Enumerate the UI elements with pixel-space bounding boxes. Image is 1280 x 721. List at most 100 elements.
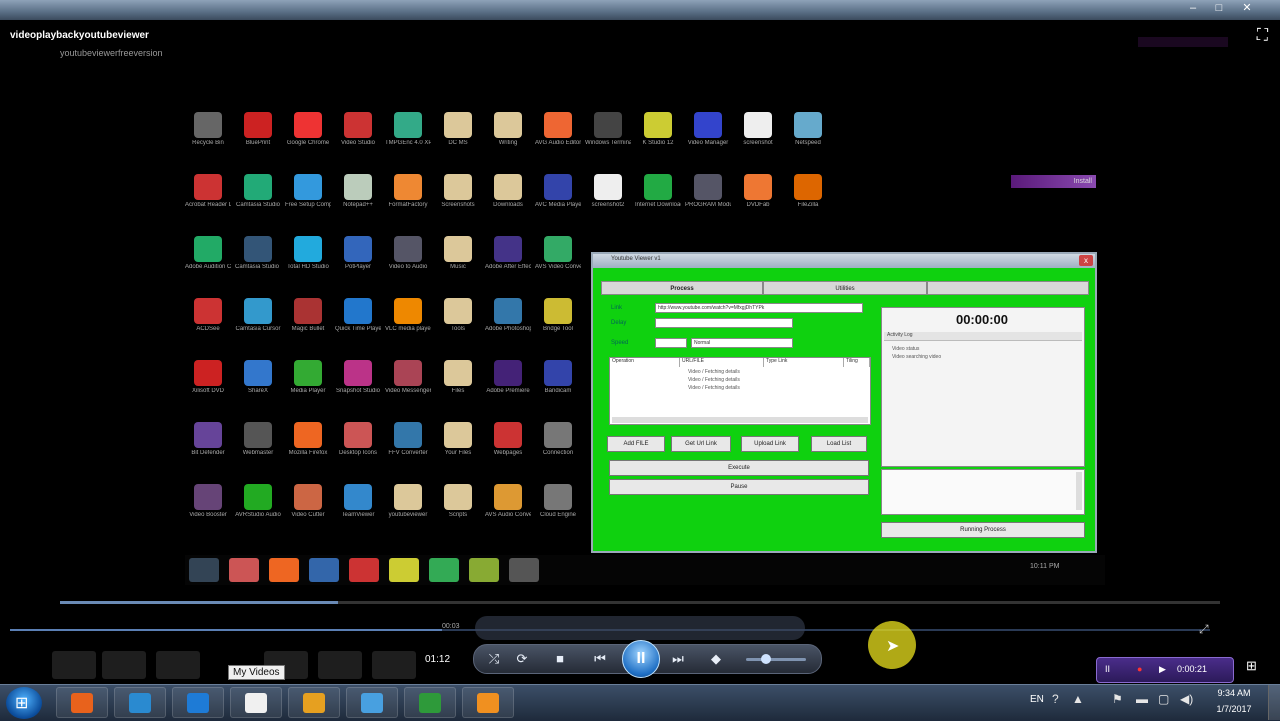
flag-icon[interactable]: ⚑ bbox=[1112, 692, 1123, 706]
desktop-icon[interactable]: Internet Download bbox=[635, 174, 681, 226]
play-pause-button[interactable]: II bbox=[622, 640, 660, 678]
desktop-icon[interactable]: Mozilla Firefox bbox=[285, 422, 331, 474]
desktop-icon[interactable]: youtubeviewer bbox=[385, 484, 431, 536]
inner-taskbar-icon[interactable] bbox=[509, 558, 539, 582]
inner-taskbar-icon[interactable] bbox=[469, 558, 499, 582]
inner-taskbar-icon[interactable] bbox=[269, 558, 299, 582]
desktop-icon[interactable]: screenshot2 bbox=[585, 174, 631, 226]
desktop-icon[interactable]: Video Cutter bbox=[285, 484, 331, 536]
desktop-icon[interactable]: Video to Audio bbox=[385, 236, 431, 288]
list-item[interactable]: Video / Fetching details bbox=[688, 377, 740, 383]
desktop-icon[interactable]: ACDSee bbox=[185, 298, 231, 350]
list-scrollbar[interactable] bbox=[612, 417, 868, 423]
network-icon[interactable]: ▢ bbox=[1158, 692, 1169, 706]
taskbar-network-button[interactable] bbox=[346, 687, 398, 718]
desktop-icon[interactable]: Connection bbox=[535, 422, 581, 474]
list-header[interactable]: Type Link bbox=[764, 358, 844, 367]
desktop-icon[interactable]: AVG Audio Editor bbox=[535, 112, 581, 164]
desktop-icon[interactable]: Windows Terminal bbox=[585, 112, 631, 164]
desktop-icon[interactable]: Google Chrome bbox=[285, 112, 331, 164]
desktop-icon[interactable]: Scripts bbox=[435, 484, 481, 536]
start-button[interactable]: ⊞ bbox=[6, 687, 42, 719]
desktop-icon[interactable]: AVRStudio Audio bbox=[235, 484, 281, 536]
desktop-icon[interactable]: AVS Video Converter bbox=[535, 236, 581, 288]
desktop-icon[interactable]: VLC media player bbox=[385, 298, 431, 350]
desktop-icon[interactable]: Your Files bbox=[435, 422, 481, 474]
desktop-icon[interactable]: Video Messenger bbox=[385, 360, 431, 412]
get-url-link-button[interactable]: Get Url Link bbox=[671, 436, 731, 452]
speed-input[interactable] bbox=[655, 338, 687, 348]
pause-record-icon[interactable]: II bbox=[1105, 664, 1110, 674]
desktop-icon[interactable]: Magic Bullet bbox=[285, 298, 331, 350]
desktop-icon[interactable]: DC MS bbox=[435, 112, 481, 164]
desktop-icon[interactable]: Webpages bbox=[485, 422, 531, 474]
inner-taskbar-icon[interactable] bbox=[309, 558, 339, 582]
url-input[interactable]: http://www.youtube.com/watch?v=MfxgjDhTY… bbox=[655, 303, 863, 313]
taskbar-notepad-button[interactable] bbox=[230, 687, 282, 718]
desktop-icon[interactable]: Screenshots bbox=[435, 174, 481, 226]
desktop-icon[interactable]: screenshot bbox=[735, 112, 781, 164]
volume-knob[interactable] bbox=[761, 654, 771, 664]
desktop-icon[interactable]: Video Booster bbox=[185, 484, 231, 536]
show-desktop-button[interactable] bbox=[1268, 685, 1280, 720]
desktop-icon[interactable]: Adobe Photoshop bbox=[485, 298, 531, 350]
list-item[interactable]: Video / Fetching details bbox=[688, 385, 740, 391]
upload-link-button[interactable]: Upload Link bbox=[741, 436, 799, 452]
execute-button[interactable]: Execute bbox=[609, 460, 869, 476]
desktop-icon[interactable]: Acrobat Reader DC bbox=[185, 174, 231, 226]
desktop-icon[interactable]: AVC Media Player bbox=[535, 174, 581, 226]
previous-button[interactable]: ⏮ bbox=[588, 645, 612, 673]
desktop-icon[interactable]: PotPlayer bbox=[335, 236, 381, 288]
record-icon[interactable]: ● bbox=[1137, 664, 1142, 674]
desktop-icon[interactable]: BluePrint bbox=[235, 112, 281, 164]
pause-button[interactable]: Pause bbox=[609, 479, 869, 495]
desktop-icon[interactable]: Camtasia Cursor bbox=[235, 298, 281, 350]
speed-select[interactable]: Normal bbox=[691, 338, 793, 348]
fullscreen-icon[interactable]: ⛶ bbox=[1257, 27, 1268, 45]
desktop-icon[interactable]: Tools bbox=[435, 298, 481, 350]
expand-icon[interactable]: ⤢ bbox=[1199, 622, 1209, 637]
shuffle-icon[interactable]: ⤮ bbox=[484, 645, 504, 673]
minimize-button[interactable]: – bbox=[1186, 2, 1200, 15]
desktop-icon[interactable]: Downloads bbox=[485, 174, 531, 226]
taskbar-media-button[interactable] bbox=[462, 687, 514, 718]
play-icon[interactable]: ▶ bbox=[1159, 664, 1166, 675]
taskbar-outlook-button[interactable] bbox=[114, 687, 166, 718]
list-header[interactable]: Tiling bbox=[844, 358, 870, 367]
desktop-icon[interactable]: Adobe After Effects CS6 bbox=[485, 236, 531, 288]
load-list-button[interactable]: Load List bbox=[811, 436, 867, 452]
desktop-icon[interactable]: FFV Converter bbox=[385, 422, 431, 474]
desktop-icon[interactable]: Camtasia Studio Menu bbox=[235, 236, 281, 288]
desktop-icon[interactable]: Recycle Bin bbox=[185, 112, 231, 164]
taskbar-firefox-button[interactable] bbox=[56, 687, 108, 718]
desktop-icon[interactable]: Netspeed bbox=[785, 112, 831, 164]
desktop-icon[interactable]: FormatFactory bbox=[385, 174, 431, 226]
desktop-icon[interactable]: AVS Audio Converter bbox=[485, 484, 531, 536]
inner-taskbar-icon[interactable] bbox=[189, 558, 219, 582]
desktop-icon[interactable]: FileZilla bbox=[785, 174, 831, 226]
desktop-icon[interactable]: Adobe Audition CS6 bbox=[185, 236, 231, 288]
desktop-icon[interactable]: Free Setup Compiler bbox=[285, 174, 331, 226]
tray-expand-icon[interactable]: ▲ bbox=[1072, 692, 1084, 706]
maximize-button[interactable]: □ bbox=[1212, 2, 1226, 15]
taskbar-terminal-button[interactable] bbox=[404, 687, 456, 718]
running-process-button[interactable]: Running Process bbox=[881, 522, 1085, 538]
desktop-icon[interactable]: Notepad++ bbox=[335, 174, 381, 226]
tab-process[interactable]: Process bbox=[601, 281, 763, 295]
desktop-icon[interactable]: Video Studio bbox=[335, 112, 381, 164]
clock-time[interactable]: 9:34 AM bbox=[1209, 688, 1259, 698]
desktop-icon[interactable]: Bridge Tool bbox=[535, 298, 581, 350]
close-button[interactable]: ✕ bbox=[1240, 2, 1254, 15]
desktop-icon[interactable]: TMPGEnc 4.0 XPress bbox=[385, 112, 431, 164]
taskbar-editor-button[interactable] bbox=[288, 687, 340, 718]
next-button[interactable]: ⏭ bbox=[666, 645, 690, 673]
list-item[interactable]: Video / Fetching details bbox=[688, 369, 740, 375]
desktop-icon[interactable]: Webmaster bbox=[235, 422, 281, 474]
desktop-icon[interactable]: Camtasia Studio bbox=[235, 174, 281, 226]
app-close-button[interactable]: x bbox=[1079, 255, 1093, 266]
desktop-icon[interactable]: Quick Time Player bbox=[335, 298, 381, 350]
desktop-icon[interactable]: Media Player bbox=[285, 360, 331, 412]
desktop-icon[interactable]: TeamViewer bbox=[335, 484, 381, 536]
volume-icon[interactable]: ◀) bbox=[1180, 692, 1193, 706]
tab-empty[interactable] bbox=[927, 281, 1089, 295]
